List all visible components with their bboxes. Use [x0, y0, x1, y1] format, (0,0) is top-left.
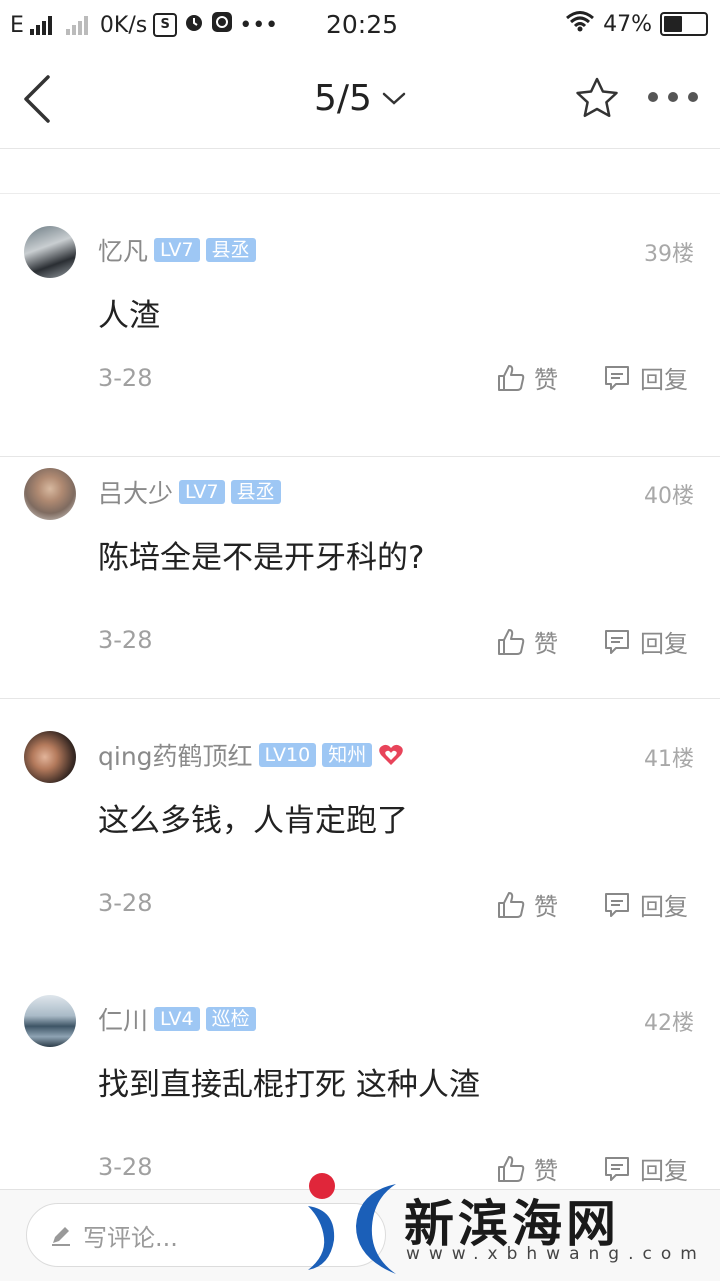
- more-notifications-icon: •••: [239, 12, 279, 38]
- app-notification-icon: [211, 11, 233, 39]
- comment-text: 陈培全是不是开牙科的?: [98, 540, 425, 576]
- title-badge: 知州: [322, 743, 373, 767]
- floor-number: 41楼: [644, 747, 694, 772]
- site-watermark: 新滨海网 www.xbhwang.com: [300, 1170, 710, 1278]
- chevron-down-icon: [382, 92, 406, 105]
- clock: 20:25: [326, 10, 399, 39]
- nav-bar: 5/5: [0, 50, 720, 149]
- thumbs-up-icon: [498, 364, 525, 391]
- more-dot-icon: [688, 92, 698, 102]
- more-dot-icon: [648, 92, 658, 102]
- signal-icon: [29, 15, 52, 35]
- pencil-icon: [52, 1227, 70, 1246]
- thumbs-up-icon: [498, 891, 525, 918]
- avatar[interactable]: [24, 995, 76, 1047]
- comment-date: 3-28: [98, 1153, 153, 1181]
- watermark-url: www.xbhwang.com: [406, 1244, 706, 1264]
- title-badge: 巡检: [205, 1007, 256, 1031]
- username[interactable]: 忆凡: [98, 232, 148, 268]
- comment-item: qing药鹤顶红 LV10 知州 41楼 这么多钱，人肯定跑了 3-28 赞 回…: [0, 699, 720, 961]
- reply-button[interactable]: 回复: [602, 624, 688, 659]
- previous-comment-fragment: [0, 149, 720, 194]
- reply-button[interactable]: 回复: [602, 887, 688, 922]
- floor-number: 39楼: [644, 242, 694, 267]
- thumbs-up-icon: [498, 628, 525, 655]
- like-button[interactable]: 赞: [496, 887, 558, 922]
- avatar[interactable]: [24, 226, 76, 278]
- title-badge: 县丞: [230, 480, 281, 504]
- comment-date: 3-28: [98, 626, 153, 654]
- comment-author: 吕大少 LV7 县丞: [98, 474, 281, 510]
- level-badge: LV7: [154, 238, 200, 262]
- battery-icon: [660, 12, 708, 36]
- comment-author: qing药鹤顶红 LV10 知州: [98, 737, 404, 773]
- comment-bubble-icon: [605, 365, 629, 390]
- network-speed: 0K/s: [99, 12, 148, 38]
- signal-secondary-icon: [65, 15, 88, 35]
- level-badge: LV7: [179, 480, 225, 504]
- more-button[interactable]: [648, 92, 698, 102]
- avatar[interactable]: [24, 731, 76, 783]
- back-arrow-icon: [24, 75, 50, 123]
- username[interactable]: qing药鹤顶红: [98, 737, 253, 773]
- comment-item: 吕大少 LV7 县丞 40楼 陈培全是不是开牙科的? 3-28 赞 回复: [0, 436, 720, 699]
- avatar[interactable]: [24, 468, 76, 520]
- favorite-button[interactable]: [574, 76, 620, 124]
- comment-text: 这么多钱，人肯定跑了: [98, 803, 408, 839]
- more-dot-icon: [668, 92, 678, 102]
- comment-date: 3-28: [98, 364, 153, 392]
- comment-bubble-icon: [605, 629, 629, 654]
- reply-label: 回复: [640, 893, 688, 921]
- status-right: 47%: [565, 10, 708, 38]
- reply-button[interactable]: 回复: [602, 360, 688, 395]
- reply-label: 回复: [640, 366, 688, 394]
- username[interactable]: 仁川: [98, 1001, 148, 1037]
- title-badge: 县丞: [205, 238, 256, 262]
- heart-icon: [379, 744, 404, 765]
- s-notification-icon: S: [153, 13, 178, 37]
- username[interactable]: 吕大少: [98, 474, 173, 510]
- comment-bubble-icon: [605, 892, 629, 917]
- floor-number: 42楼: [644, 1011, 694, 1036]
- status-left: E 0K/s S •••: [10, 11, 278, 39]
- network-type: E: [10, 12, 24, 38]
- reply-label: 回复: [640, 630, 688, 658]
- level-badge: LV4: [154, 1007, 200, 1031]
- comment-item: 忆凡 LV7 县丞 39楼 人渣 3-28 赞 回复: [0, 194, 720, 457]
- comment-author: 忆凡 LV7 县丞: [98, 232, 256, 268]
- comment-placeholder: 写评论...: [83, 1223, 178, 1252]
- like-label: 赞: [534, 893, 558, 921]
- like-button[interactable]: 赞: [496, 360, 558, 395]
- level-badge: LV10: [258, 743, 317, 767]
- battery-percent: 47%: [603, 11, 652, 37]
- page-selector[interactable]: 5/5: [314, 78, 406, 119]
- floor-number: 40楼: [644, 484, 694, 509]
- comment-author: 仁川 LV4 巡检: [98, 1001, 256, 1037]
- page-indicator: 5/5: [314, 78, 372, 119]
- like-label: 赞: [534, 366, 558, 394]
- comment-text: 人渣: [98, 298, 160, 334]
- alarm-icon: [183, 11, 205, 39]
- like-label: 赞: [534, 630, 558, 658]
- comment-text: 找到直接乱棍打死 这种人渣: [98, 1067, 480, 1103]
- star-icon: [576, 77, 618, 118]
- comment-date: 3-28: [98, 889, 153, 917]
- like-button[interactable]: 赞: [496, 624, 558, 659]
- watermark-logo-icon: [308, 1173, 396, 1274]
- back-button[interactable]: [20, 74, 60, 124]
- status-bar: E 0K/s S ••• 20:25 47%: [0, 0, 720, 50]
- wifi-icon: [565, 10, 595, 38]
